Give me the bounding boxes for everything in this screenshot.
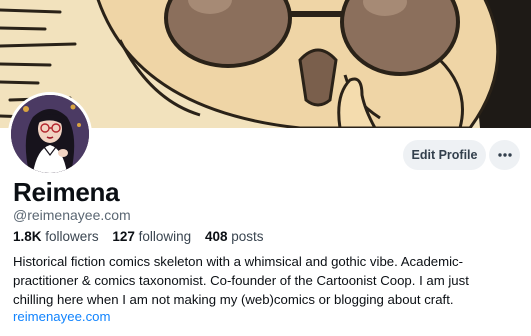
profile-handle: @reimenayee.com	[13, 207, 131, 223]
bio-line: Historical fiction comics skeleton with …	[13, 254, 464, 269]
following-stat[interactable]: 127 following	[112, 229, 191, 244]
profile-page: Edit Profile Reimena @reimenayee.com 1.8…	[0, 0, 531, 336]
ellipsis-icon	[497, 153, 512, 157]
avatar[interactable]	[8, 92, 92, 176]
posts-count: 408	[204, 229, 228, 244]
profile-bio: Historical fiction comics skeleton with …	[13, 252, 523, 309]
followers-stat[interactable]: 1.8K followers	[13, 229, 99, 244]
bio-line: practitioner & comics taxonomist. Co-fou…	[13, 273, 469, 288]
following-count: 127	[112, 229, 135, 244]
posts-stat: 408 posts	[205, 229, 264, 244]
following-label: following	[138, 229, 192, 244]
followers-count: 1.8K	[13, 229, 42, 244]
profile-stats: 1.8K followers 127 following 408 posts	[13, 229, 274, 244]
followers-label: followers	[45, 229, 99, 244]
bio-line: chilling here when I am not making my (w…	[13, 292, 454, 307]
edit-profile-button[interactable]: Edit Profile	[403, 140, 486, 170]
posts-label: posts	[231, 229, 264, 244]
display-name: Reimena	[13, 177, 120, 207]
profile-website-link[interactable]: reimenayee.com	[13, 309, 110, 324]
more-options-button[interactable]	[489, 140, 520, 170]
